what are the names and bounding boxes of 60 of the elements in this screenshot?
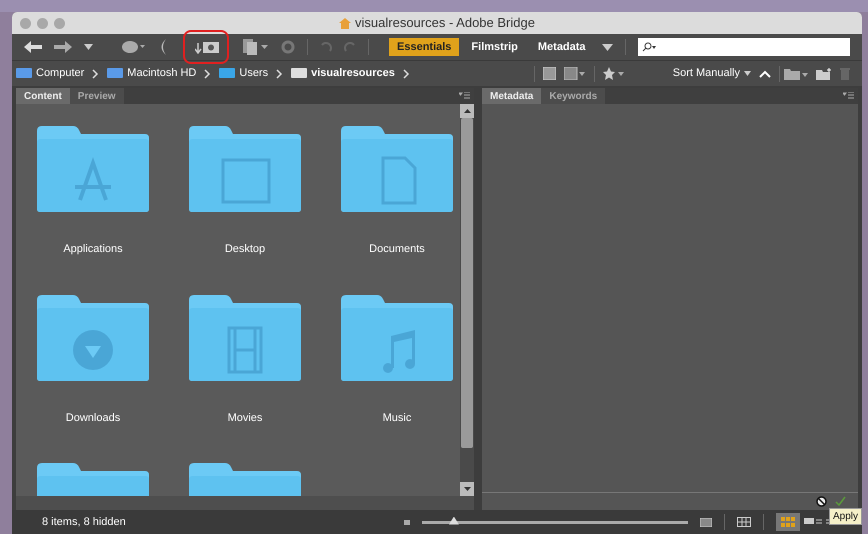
status-text: 8 items, 8 hidden	[42, 514, 126, 530]
new-folder-icon[interactable]	[816, 68, 832, 80]
forward-icon[interactable]	[54, 41, 72, 53]
workspace-tab[interactable]: Essentials	[389, 38, 460, 56]
panel-tab[interactable]: Keywords	[541, 88, 606, 104]
thumbnails-icon	[781, 517, 795, 527]
camera-import-icon[interactable]	[195, 40, 219, 54]
folder-name: Desktop	[224, 242, 266, 257]
folder-menu-icon[interactable]	[784, 68, 808, 80]
panel-tab[interactable]: Metadata	[482, 88, 542, 104]
chevron-icon[interactable]	[276, 68, 284, 78]
window-title: visualresources - Adobe Bridge	[355, 14, 535, 32]
slider-thumb[interactable]	[448, 516, 459, 524]
chevron-icon[interactable]	[204, 68, 212, 78]
scroll-up-icon[interactable]	[464, 109, 470, 113]
workspace-tab[interactable]: Filmstrip	[463, 38, 526, 56]
path-item[interactable]: Macintosh HD	[127, 65, 196, 82]
folder-name: Movies	[228, 410, 262, 426]
detail-view-icon[interactable]	[804, 518, 822, 526]
search-field[interactable]	[638, 38, 850, 56]
chevron-icon[interactable]	[92, 68, 100, 78]
grid-view-icon[interactable]	[737, 517, 751, 527]
cancel-icon[interactable]	[816, 496, 827, 507]
caret-icon[interactable]	[84, 44, 93, 50]
folder-icon[interactable]	[339, 294, 455, 382]
check-icon[interactable]	[835, 496, 846, 507]
search-icon	[642, 42, 656, 52]
workspace-tab[interactable]: Metadata	[530, 38, 594, 56]
back-icon[interactable]	[24, 41, 42, 53]
chevron-icon[interactable]	[402, 68, 410, 78]
caret-icon[interactable]	[602, 44, 613, 50]
ascending-icon[interactable]	[759, 70, 771, 78]
thumbnail-view-button[interactable]	[776, 513, 800, 531]
folder-icon[interactable]	[187, 294, 303, 382]
folder-name: Applications	[63, 242, 123, 257]
copy-pages-icon[interactable]	[243, 39, 269, 55]
folder-name: Music	[382, 410, 412, 426]
sort-menu[interactable]: Sort Manually	[672, 65, 740, 82]
caret-icon[interactable]	[744, 71, 751, 76]
path-item[interactable]: Computer	[36, 65, 84, 82]
panel-tab[interactable]: Preview	[70, 88, 124, 104]
panel-tab[interactable]: Content	[16, 88, 70, 104]
folder-name: Documents	[369, 242, 425, 257]
small-thumbnail-icon[interactable]	[404, 520, 410, 524]
folder-icon[interactable]	[35, 294, 151, 382]
star-icon[interactable]	[602, 67, 625, 80]
panel-menu-icon[interactable]	[459, 92, 470, 100]
tooltip: Apply	[828, 508, 862, 525]
home-icon	[339, 18, 352, 28]
large-thumbnail-icon[interactable]	[700, 518, 712, 526]
scroll-down-icon[interactable]	[464, 487, 470, 491]
folder-icon[interactable]	[35, 125, 151, 213]
folder-name: Downloads	[66, 410, 120, 426]
folder-icon[interactable]	[339, 125, 455, 213]
scrollbar[interactable]	[460, 104, 474, 496]
folder-icon[interactable]	[187, 125, 303, 213]
panel-menu-icon[interactable]	[843, 92, 854, 100]
path-item[interactable]: Users	[239, 65, 268, 82]
horizontal-scrollbar[interactable]	[16, 496, 474, 510]
path-item[interactable]: visualresources	[311, 65, 395, 82]
